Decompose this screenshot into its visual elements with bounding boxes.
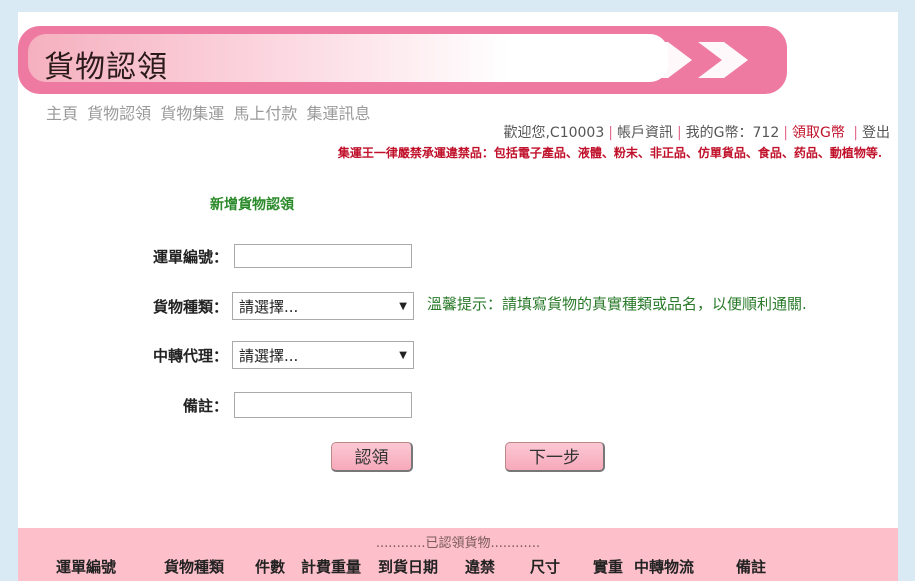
note-row: 備註： [130, 391, 412, 419]
waybill-input[interactable] [234, 244, 412, 268]
divider: | [783, 125, 788, 141]
goods-type-selected: 請選擇... [239, 297, 299, 316]
chevron-down-icon: ▼ [399, 349, 407, 361]
chevron-arrows-icon [586, 42, 748, 78]
agent-row: 中轉代理： 請選擇... ▼ [130, 341, 414, 369]
coin-balance: 我的G幣：712 [685, 125, 780, 141]
note-label: 備註： [182, 396, 228, 415]
waybill-label: 運單編號： [152, 247, 228, 266]
page-container: 貨物認領 主頁 貨物認領 貨物集運 馬上付款 集運訊息 歡迎您,C10003 | 帳… [18, 12, 898, 581]
claimed-goods-caption: ............已認領貨物............ [375, 536, 541, 551]
prohibited-items-warning: 集運王一律嚴禁承運違禁品：包括電子產品、液體、粉末、非正品、仿單貨品、食品、药品… [337, 146, 882, 160]
claim-button[interactable]: 認領 [331, 442, 413, 472]
divider: | [676, 125, 682, 141]
account-info-link[interactable]: 帳戶資訊 [617, 125, 673, 141]
divider: | [848, 125, 858, 141]
agent-selected: 請選擇... [239, 346, 299, 365]
chevron-down-icon: ▼ [399, 300, 407, 312]
main-nav: 主頁 貨物認領 貨物集運 馬上付款 集運訊息 [46, 100, 374, 124]
logout-link[interactable]: 登出 [862, 125, 890, 141]
col-quantity: 件數 [255, 558, 286, 576]
divider: | [608, 125, 613, 141]
waybill-row: 運單編號： [130, 242, 412, 270]
page-title: 貨物認領 [44, 50, 168, 85]
form-title: 新增貨物認領 [210, 197, 294, 213]
agent-select[interactable]: 請選擇... ▼ [232, 341, 414, 369]
next-step-button[interactable]: 下一步 [505, 442, 605, 472]
col-goods-type: 貨物種類 [164, 558, 225, 576]
nav-shipping-news[interactable]: 集運訊息 [306, 104, 370, 123]
nav-claim-goods[interactable]: 貨物認領 [87, 104, 151, 123]
note-input[interactable] [234, 392, 412, 418]
nav-pay-now[interactable]: 馬上付款 [233, 104, 297, 123]
col-prohibited: 違禁 [465, 558, 496, 576]
col-actual-weight: 實重 [593, 558, 624, 576]
welcome-text: 歡迎您,C10003 [503, 125, 605, 141]
get-coins-link[interactable]: 領取G幣 [792, 125, 845, 141]
claimed-goods-table: ............已認領貨物............ 運單編號 貨物種類 … [18, 528, 898, 581]
hint-text: 溫馨提示：請填寫貨物的真實種類或品名，以便順利通關. [427, 295, 807, 313]
header-banner: 貨物認領 [18, 26, 787, 94]
col-arrival-date: 到貨日期 [378, 558, 439, 576]
nav-consolidate[interactable]: 貨物集運 [160, 104, 224, 123]
col-size: 尺寸 [530, 558, 561, 576]
user-bar: 歡迎您,C10003 | 帳戶資訊 | 我的G幣：712 | 領取G幣 | 登出 [503, 122, 890, 142]
col-transit-logistics: 中轉物流 [634, 558, 695, 576]
col-billing-weight: 計費重量 [301, 558, 362, 576]
col-waybill: 運單編號 [56, 558, 117, 576]
col-note: 備註 [736, 558, 767, 576]
agent-label: 中轉代理： [152, 346, 228, 365]
goods-type-select[interactable]: 請選擇... ▼ [232, 292, 414, 320]
goods-type-row: 貨物種類： 請選擇... ▼ [130, 292, 414, 320]
nav-home[interactable]: 主頁 [46, 104, 78, 123]
goods-type-label: 貨物種類： [152, 297, 228, 316]
